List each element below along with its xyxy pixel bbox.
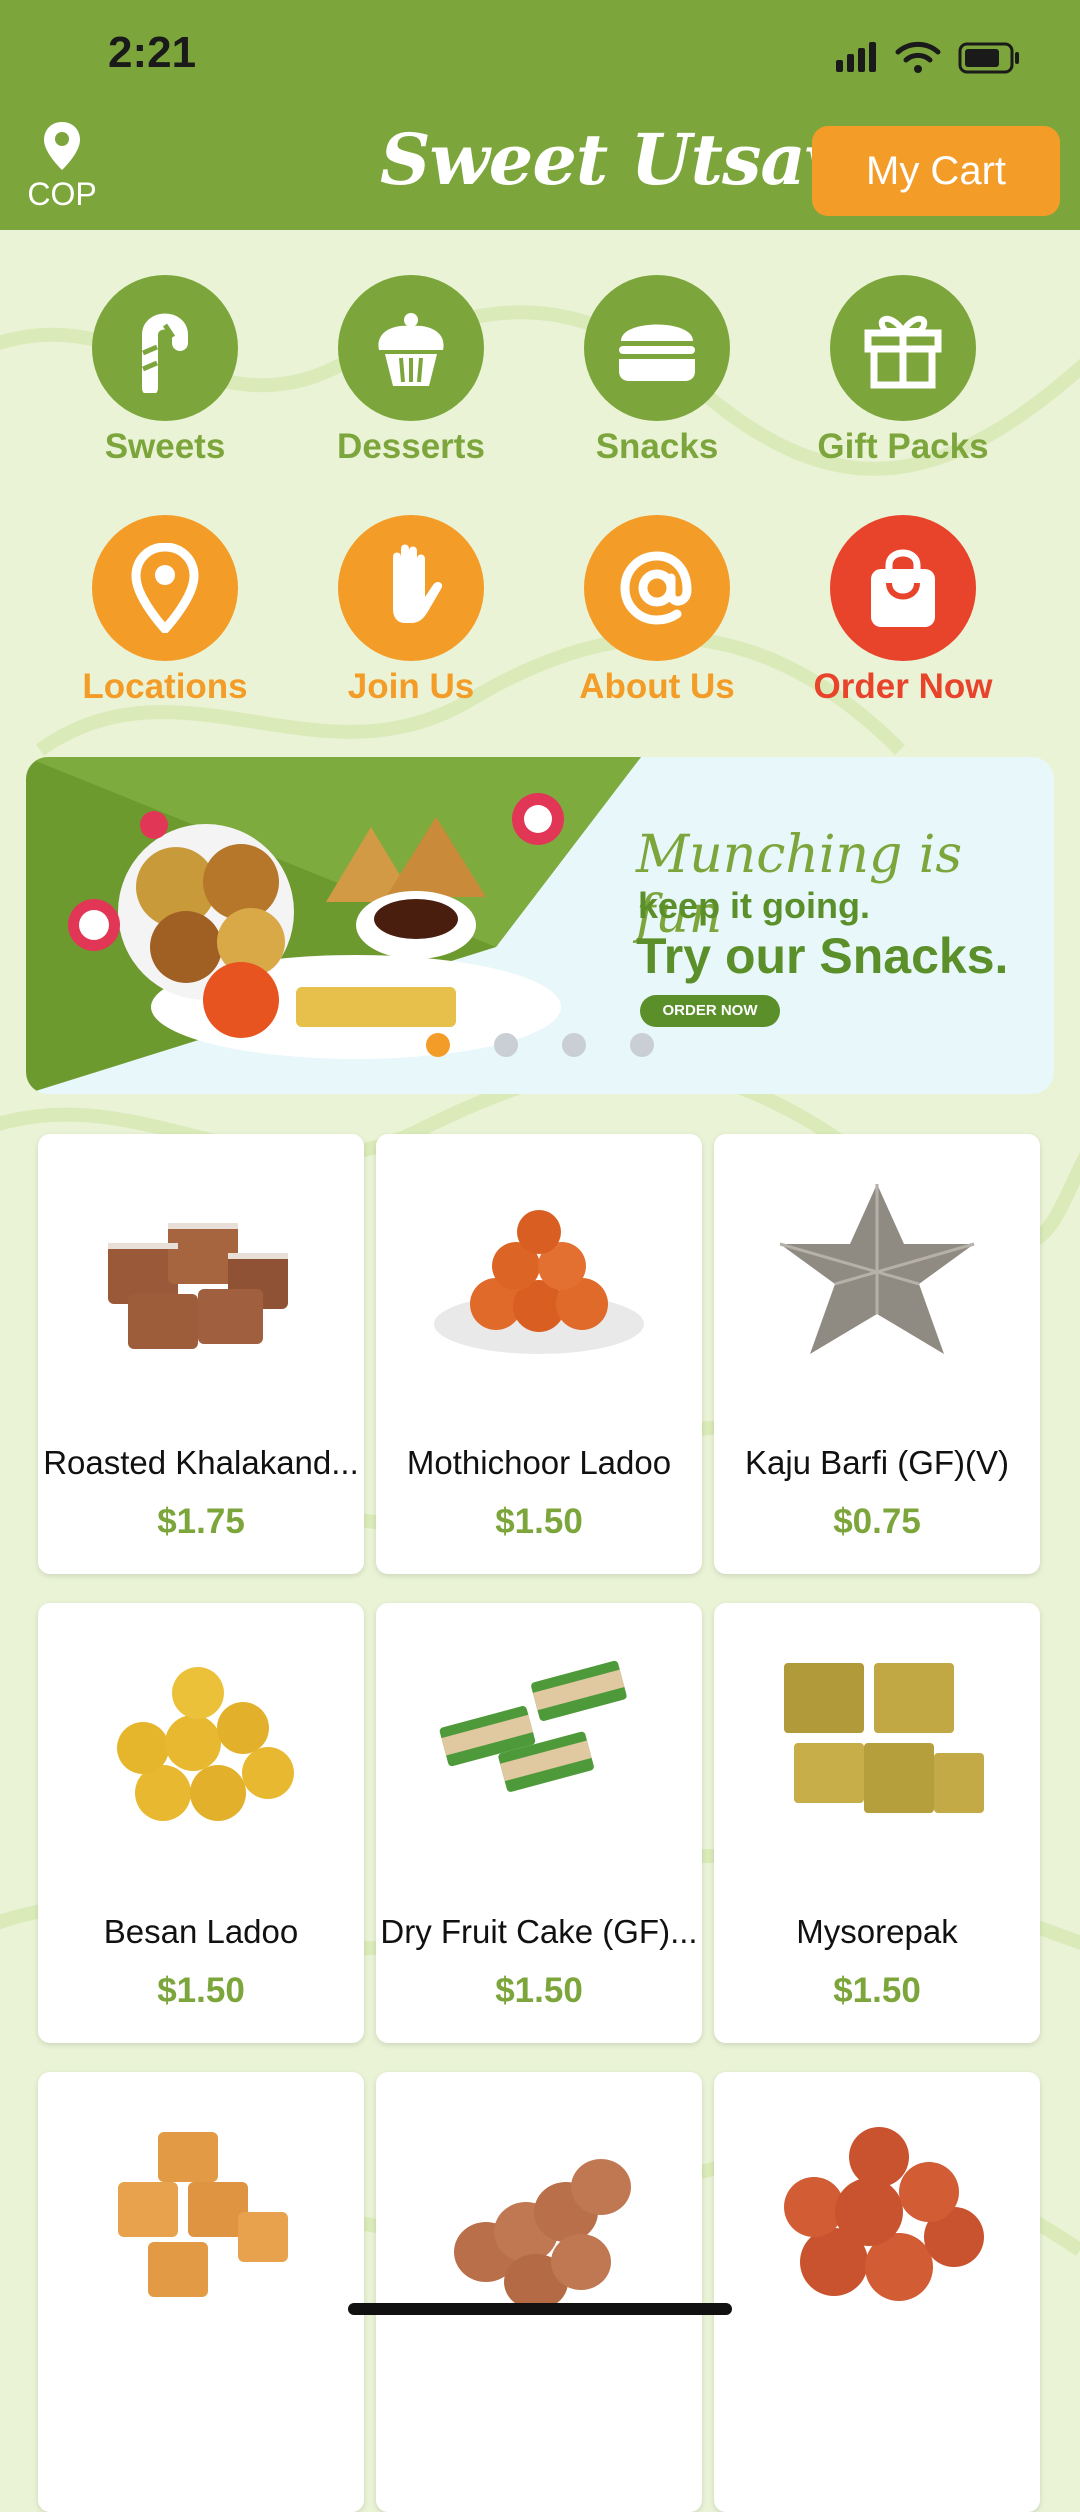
product-image [118, 2132, 288, 2297]
product-price: $1.75 [157, 1502, 245, 1541]
burger-icon [619, 324, 695, 381]
promo-banner[interactable]: Munching is fun keep it going. Try our S… [26, 757, 1054, 1094]
category-label: About Us [579, 667, 735, 706]
category-label: Join Us [347, 667, 475, 706]
category-label: Snacks [595, 427, 719, 466]
carousel-dot[interactable] [562, 1033, 586, 1057]
wifi-icon [895, 41, 941, 63]
banner-order-now-button[interactable]: ORDER NOW [640, 995, 780, 1027]
brand-logo: Sweet Utsav [380, 118, 845, 201]
join-us-circle [338, 515, 484, 661]
category-label: Sweets [104, 427, 226, 466]
signal-icon [836, 42, 876, 72]
product-image [784, 1663, 984, 1813]
product-price: $1.50 [495, 1502, 583, 1541]
product-card[interactable]: Mothichoor Ladoo $1.50 [376, 1134, 702, 1574]
category-order-now[interactable]: Order Now [803, 515, 1003, 707]
product-card[interactable]: Roasted Khalakand... $1.75 [38, 1134, 364, 1574]
sweets-circle [92, 275, 238, 421]
gift-icon [864, 316, 942, 389]
product-name: Kaju Barfi (GF)(V) [744, 1444, 1010, 1481]
product-image [108, 1223, 288, 1349]
banner-subline: keep it going. [638, 885, 871, 926]
battery-icon [958, 42, 1019, 74]
carousel-dot[interactable] [630, 1033, 654, 1057]
candy-cane-icon [142, 313, 188, 393]
product-name: Mothichoor Ladoo [406, 1444, 672, 1481]
carousel-dot[interactable] [494, 1033, 518, 1057]
product-card[interactable] [714, 2072, 1040, 2512]
hand-icon [393, 544, 443, 623]
gift-packs-circle [830, 275, 976, 421]
product-name: Besan Ladoo [103, 1913, 299, 1950]
category-join-us[interactable]: Join Us [311, 515, 511, 707]
app-header: 2:21 COP Sweet Utsav My Cart [0, 0, 1080, 230]
heart-badge-icon [512, 793, 564, 845]
product-card[interactable]: Kaju Barfi (GF)(V) $0.75 [714, 1134, 1040, 1574]
location-code: COP [27, 176, 97, 212]
product-image [117, 1667, 294, 1821]
product-image [779, 1184, 975, 1354]
product-card[interactable] [38, 2072, 364, 2512]
banner-cta-text: Try our Snacks. [636, 928, 1009, 984]
product-name: Roasted Khalakand... [43, 1444, 359, 1481]
product-price: $1.50 [157, 1971, 245, 2010]
product-name: Mysorepak [796, 1913, 958, 1950]
status-time: 2:21 [108, 28, 197, 77]
product-card[interactable] [376, 2072, 702, 2512]
product-card[interactable]: Mysorepak $1.50 [714, 1603, 1040, 2043]
category-locations[interactable]: Locations [65, 515, 265, 707]
at-sign-icon [620, 551, 692, 625]
status-icons [836, 41, 1019, 74]
product-image [454, 2159, 631, 2310]
product-price: $1.50 [833, 1971, 921, 2010]
product-price: $0.75 [833, 1502, 921, 1541]
category-label: Order Now [813, 667, 993, 706]
product-name: Dry Fruit Cake (GF)... [380, 1913, 698, 1950]
snacks-circle [584, 275, 730, 421]
product-price: $1.50 [495, 1971, 583, 2010]
desserts-circle [338, 275, 484, 421]
location-pin-icon [44, 122, 80, 170]
category-label: Locations [82, 667, 248, 706]
carousel-dot[interactable] [426, 1033, 450, 1057]
category-about-us[interactable]: About Us [557, 515, 757, 707]
about-us-circle [584, 515, 730, 661]
my-cart-button[interactable]: My Cart [812, 126, 1060, 216]
product-card[interactable]: Dry Fruit Cake (GF)... $1.50 [376, 1603, 702, 2043]
category-label: Gift Packs [817, 427, 989, 466]
location-selector[interactable]: COP [22, 120, 102, 213]
heart-badge-icon [68, 899, 120, 951]
category-desserts[interactable]: Desserts [311, 275, 511, 467]
category-gift-packs[interactable]: Gift Packs [803, 275, 1003, 467]
cupcake-icon [378, 313, 444, 386]
category-label: Desserts [337, 427, 485, 466]
category-sweets[interactable]: Sweets [65, 275, 265, 467]
locations-circle [92, 515, 238, 661]
home-indicator[interactable] [348, 2303, 732, 2315]
location-pin-icon [131, 543, 199, 633]
product-card[interactable]: Besan Ladoo $1.50 [38, 1603, 364, 2043]
carousel-dots [26, 1033, 1054, 1063]
product-image [439, 1660, 627, 1792]
product-image [434, 1210, 644, 1354]
product-image [784, 2127, 984, 2301]
order-now-circle [830, 515, 976, 661]
shopping-bag-icon [871, 549, 935, 627]
category-snacks[interactable]: Snacks [557, 275, 757, 467]
heart-badge-icon [140, 811, 168, 839]
